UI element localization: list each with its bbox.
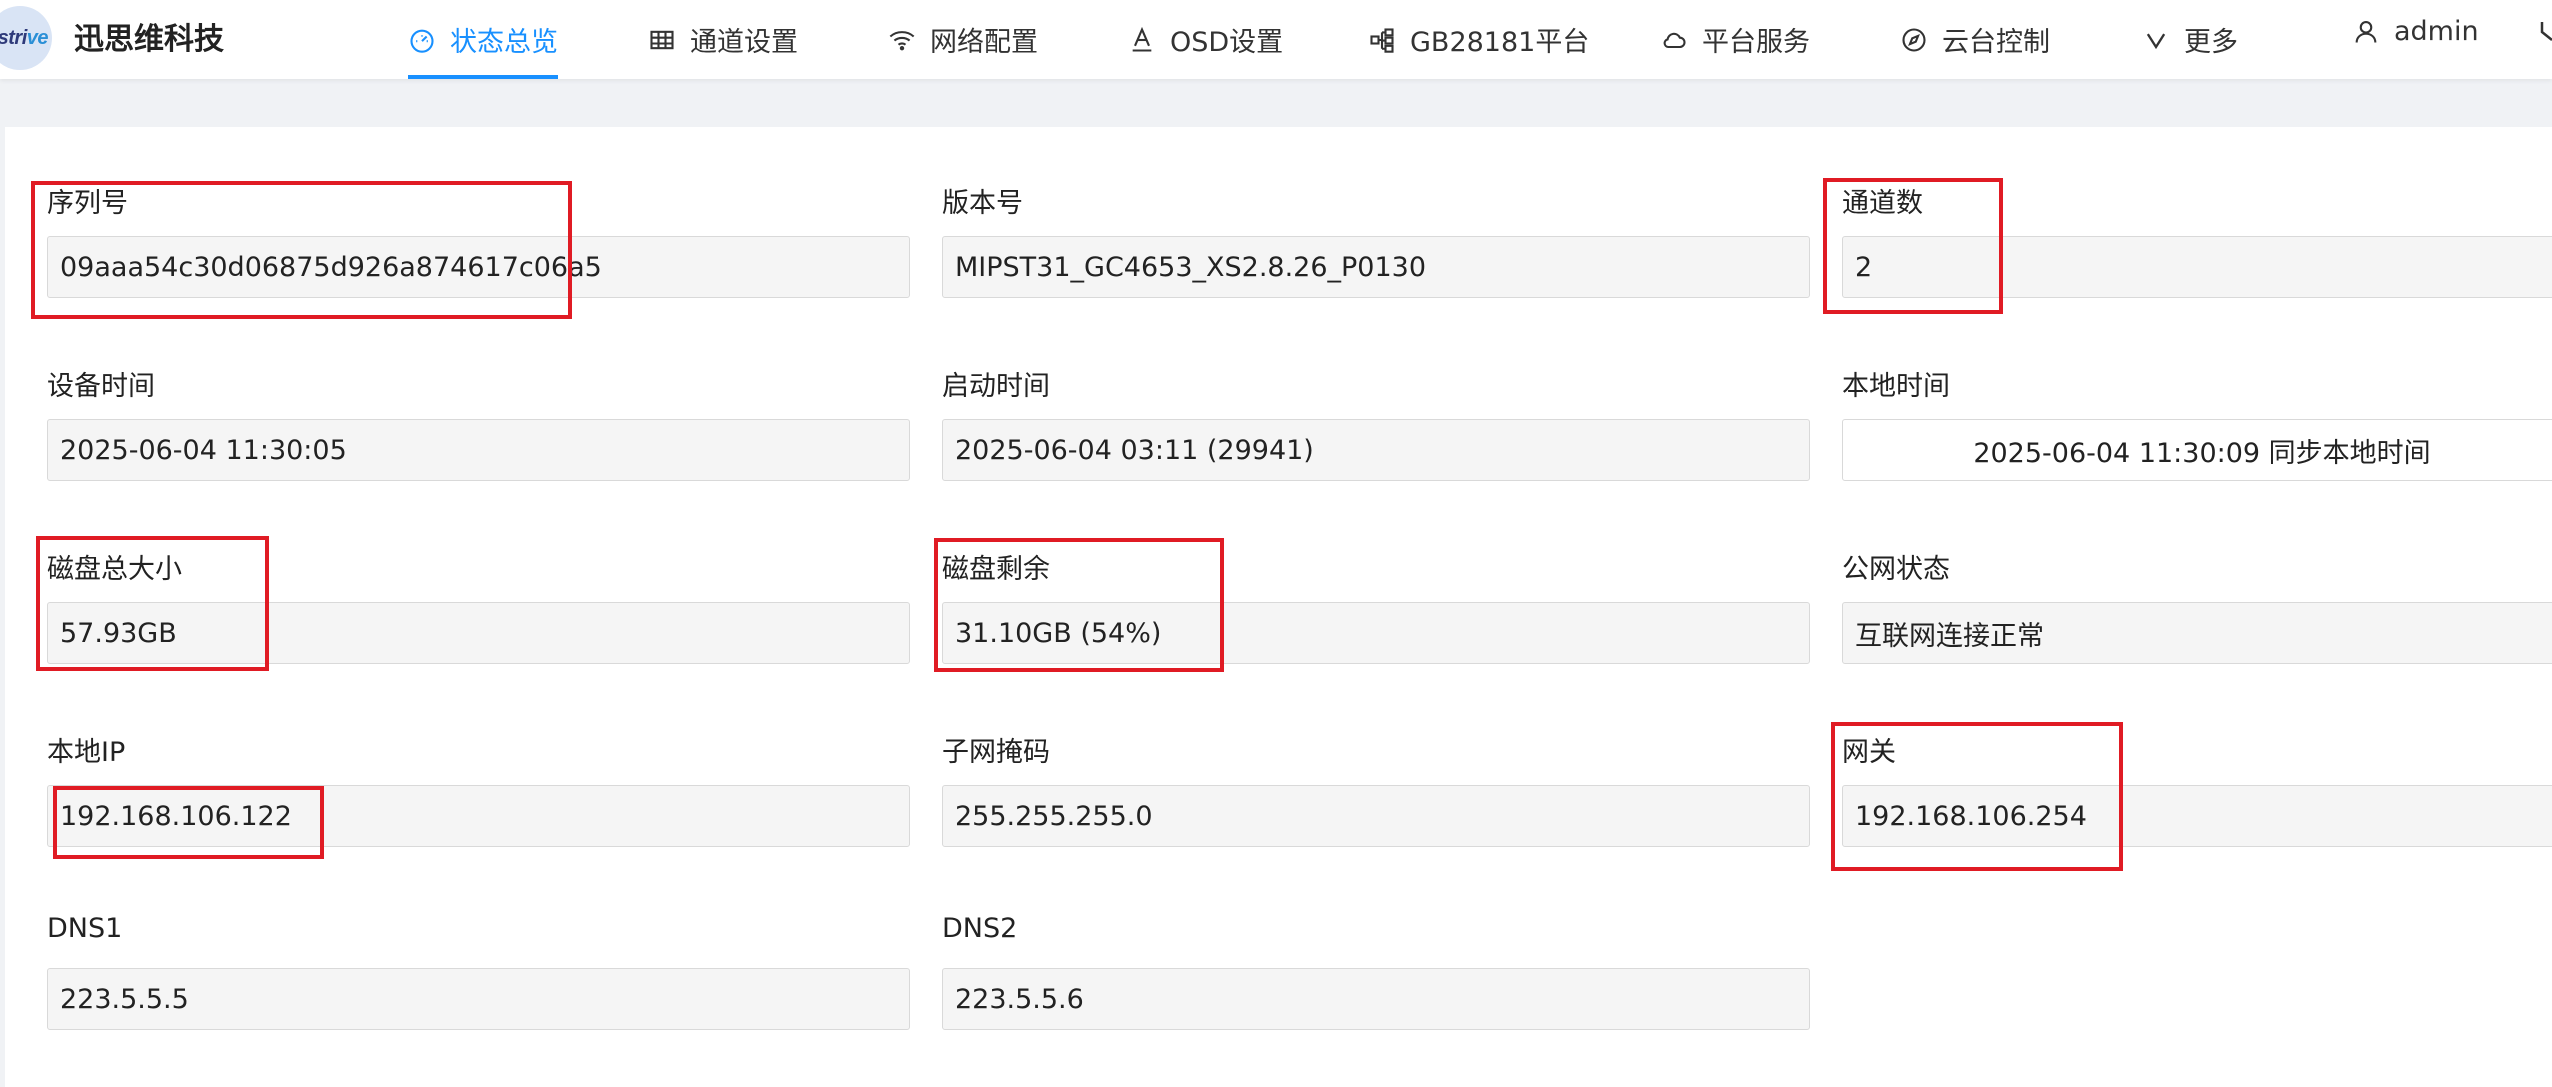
disk-free-value: 31.10GB (54%) xyxy=(942,602,1810,664)
nav-item-ptz-control[interactable]: 云台控制 xyxy=(1900,0,2050,79)
wan-status-value: 互联网连接正常 xyxy=(1842,602,2552,664)
nav-item-osd-settings[interactable]: OSD设置 xyxy=(1128,0,1283,79)
chevron-down-icon xyxy=(2146,33,2166,49)
field-label: 设备时间 xyxy=(47,371,155,402)
logo-text: strive xyxy=(0,26,49,49)
channel-count-value: 2 xyxy=(1842,236,2552,298)
nav-item-gb28181-platform[interactable]: GB28181平台 xyxy=(1368,0,1589,79)
brand-name: 迅思维科技 xyxy=(74,22,224,57)
dns1-value: 223.5.5.5 xyxy=(47,968,910,1030)
field-label: 磁盘剩余 xyxy=(942,554,1050,585)
top-navigation-bar: strive 迅思维科技 状态总览 通道设置 网络配置 OSD设置 GB2818… xyxy=(0,0,2552,79)
field-label: 序列号 xyxy=(47,188,128,219)
user-icon xyxy=(2355,20,2377,43)
cloud-icon xyxy=(1663,32,1686,48)
field-label: 磁盘总大小 xyxy=(47,554,182,585)
disk-total-value: 57.93GB xyxy=(47,602,910,664)
nav-item-more[interactable]: 更多 xyxy=(2142,0,2238,79)
sync-local-time-button[interactable]: 2025-06-04 11:30:09 同步本地时间 xyxy=(1842,419,2552,481)
nav-item-platform-service[interactable]: 平台服务 xyxy=(1660,0,1810,79)
dashboard-icon xyxy=(410,29,434,53)
field-label: 通道数 xyxy=(1842,188,1923,219)
serial-number-value: 09aaa54c30d06875d926a874617c06a5 xyxy=(47,236,910,298)
nav-item-network-config[interactable]: 网络配置 xyxy=(888,0,1038,79)
field-label: 本地时间 xyxy=(1842,371,1950,402)
dns2-value: 223.5.5.6 xyxy=(942,968,1810,1030)
field-label: 公网状态 xyxy=(1842,554,1950,585)
compass-icon xyxy=(1902,27,1926,52)
edge-partial-icon xyxy=(2540,22,2552,41)
field-label: DNS1 xyxy=(47,913,123,944)
device-time-value: 2025-06-04 11:30:05 xyxy=(47,419,910,481)
version-value: MIPST31_GC4653_XS2.8.26_P0130 xyxy=(942,236,1810,298)
boot-time-value: 2025-06-04 03:11 (29941) xyxy=(942,419,1810,481)
nav-item-channel-settings[interactable]: 通道设置 xyxy=(648,0,798,79)
field-label: DNS2 xyxy=(942,913,1018,944)
field-label: 版本号 xyxy=(942,188,1023,219)
local-ip-value: 192.168.106.122 xyxy=(47,785,910,847)
text-format-icon xyxy=(1132,26,1152,52)
grid-icon xyxy=(650,30,674,49)
gateway-value: 192.168.106.254 xyxy=(1842,785,2552,847)
company-logo: strive xyxy=(0,6,52,70)
user-menu[interactable]: admin xyxy=(2352,0,2479,63)
wifi-icon xyxy=(889,30,915,50)
cluster-icon xyxy=(1370,27,1394,53)
field-label: 子网掩码 xyxy=(942,737,1050,768)
field-label: 本地IP xyxy=(47,737,126,768)
subnet-mask-value: 255.255.255.0 xyxy=(942,785,1810,847)
field-label: 网关 xyxy=(1842,737,1896,768)
field-label: 启动时间 xyxy=(942,371,1050,402)
nav-item-status-overview[interactable]: 状态总览 xyxy=(408,0,558,79)
